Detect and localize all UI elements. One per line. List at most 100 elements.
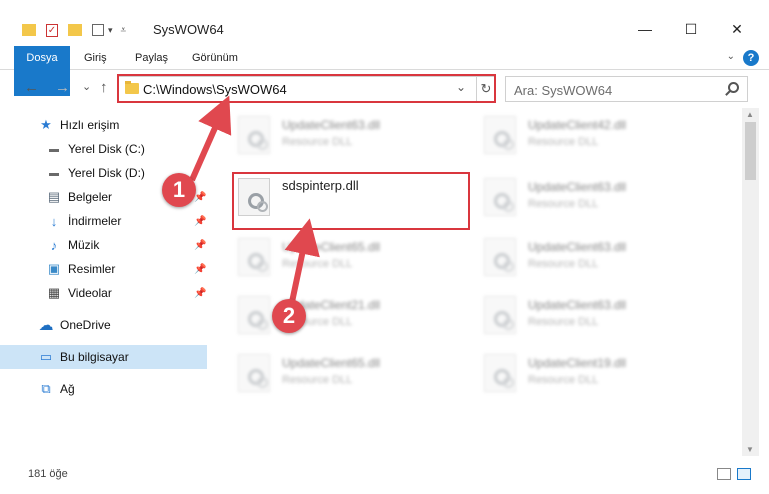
tab-view[interactable]: Görünüm [192, 46, 238, 70]
sidebar-item-this-pc[interactable]: ▭ Bu bilgisayar [0, 345, 207, 369]
scroll-up-icon[interactable]: ▲ [746, 110, 754, 119]
sidebar-item-local-disk-c[interactable]: ▬ Yerel Disk (C:) [0, 137, 210, 161]
sidebar-item-label: Resimler [68, 262, 116, 276]
sidebar-item-label: İndirmeler [68, 214, 122, 228]
sidebar-item-onedrive[interactable]: ☁ OneDrive [0, 313, 210, 337]
sidebar-item-label: Belgeler [68, 190, 113, 204]
sidebar-item-pictures[interactable]: ▣ Resimler 📌 [0, 257, 210, 281]
new-folder-icon[interactable] [68, 24, 82, 36]
sidebar-item-label: Hızlı erişim [60, 118, 120, 132]
file-description: Resource DLL [528, 198, 599, 210]
dll-file-icon [484, 116, 516, 154]
scroll-thumb[interactable] [745, 122, 756, 180]
ribbon-tabs: Dosya Giriş Paylaş Görünüm ⌄ ? [0, 46, 769, 96]
pictures-icon: ▣ [47, 261, 61, 276]
file-list: UpdateClient63.dll Resource DLL sdspinte… [212, 108, 742, 456]
maximize-button[interactable]: ☐ [668, 14, 714, 44]
back-button[interactable]: ← [24, 79, 39, 96]
minimize-button[interactable]: — [622, 14, 668, 44]
pin-icon[interactable]: 📌 [194, 264, 206, 275]
folder-icon[interactable] [22, 24, 36, 36]
forward-button[interactable]: → [55, 79, 70, 96]
music-icon: ♪ [50, 237, 58, 253]
recent-locations-button[interactable]: ⌄ [82, 80, 91, 93]
sidebar-item-label: Ağ [60, 382, 75, 396]
sidebar-item-music[interactable]: ♪ Müzik 📌 [0, 233, 210, 257]
title-bar: ✓ ▾ ⩡ SysWOW64 — ☐ ✕ [0, 0, 769, 46]
list-item[interactable]: UpdateClient65.dll Resource DLL [234, 232, 474, 282]
view-options-icon[interactable] [92, 24, 104, 36]
file-description: Resource DLL [282, 374, 353, 386]
navigation-pane: ★ Hızlı erişim ▬ Yerel Disk (C:) ▬ Yerel… [0, 108, 210, 456]
details-view-icon[interactable] [717, 468, 731, 480]
search-box[interactable]: Ara: SysWOW64 [505, 76, 748, 102]
help-icon[interactable]: ? [743, 50, 759, 66]
pin-icon[interactable]: 📌 [194, 240, 206, 251]
sidebar-item-videos[interactable]: ▦ Videolar 📌 [0, 281, 210, 305]
sidebar-item-downloads[interactable]: ↓ İndirmeler 📌 [0, 209, 210, 233]
dll-file-icon [238, 354, 270, 392]
large-icons-view-icon[interactable] [737, 468, 751, 480]
sidebar-item-quick-access[interactable]: ★ Hızlı erişim [0, 113, 210, 137]
file-description: Resource DLL [282, 258, 353, 270]
dll-file-icon [484, 238, 516, 276]
tab-home[interactable]: Giriş [84, 46, 107, 70]
pin-icon[interactable]: 📌 [194, 216, 206, 227]
tab-share[interactable]: Paylaş [135, 46, 168, 70]
dll-file-icon [238, 296, 270, 334]
customize-toolbar-icon[interactable]: ⩡ [121, 25, 127, 36]
star-icon: ★ [40, 117, 52, 132]
cloud-icon: ☁ [38, 317, 54, 334]
file-description: Resource DLL [528, 136, 599, 148]
file-description: Resource DLL [528, 258, 599, 270]
dll-file-icon [238, 116, 270, 154]
up-button[interactable]: ↑ [100, 79, 108, 96]
file-description: Resource DLL [528, 374, 599, 386]
dll-file-icon [238, 238, 270, 276]
vertical-scrollbar[interactable]: ▲ ▼ [742, 108, 759, 456]
search-icon[interactable] [728, 82, 739, 93]
chevron-down-icon[interactable]: ▾ [108, 25, 113, 36]
documents-icon: ▤ [47, 189, 61, 204]
sidebar-item-label: Yerel Disk (C:) [68, 142, 145, 156]
status-bar: 181 öğe [0, 456, 769, 494]
drive-icon: ▬ [49, 143, 59, 155]
expand-ribbon-icon[interactable]: ⌄ [727, 51, 735, 62]
item-count: 181 öğe [28, 468, 68, 480]
callout-1: 1 [162, 173, 196, 207]
sidebar-item-label: Videolar [68, 286, 112, 300]
sidebar-item-label: Bu bilgisayar [60, 350, 129, 364]
list-item[interactable]: UpdateClient63.dll Resource DLL [234, 110, 474, 160]
file-name: UpdateClient63.dll [282, 118, 381, 132]
scroll-down-icon[interactable]: ▼ [746, 445, 754, 454]
pin-icon[interactable]: 📌 [194, 288, 206, 299]
file-name: UpdateClient63.dll [528, 180, 627, 194]
file-name: UpdateClient65.dll [282, 240, 381, 254]
address-highlight-box [117, 74, 496, 103]
file-description: Resource DLL [528, 316, 599, 328]
video-icon: ▦ [47, 285, 61, 300]
properties-icon[interactable]: ✓ [46, 23, 58, 37]
search-input[interactable]: Ara: SysWOW64 [514, 83, 612, 98]
list-item[interactable]: UpdateClient63.dll Resource DLL [480, 290, 720, 340]
callout-2: 2 [272, 299, 306, 333]
dll-file-icon [484, 296, 516, 334]
pin-icon[interactable]: 📌 [194, 192, 206, 203]
list-item[interactable]: UpdateClient42.dll Resource DLL [480, 110, 720, 160]
list-item[interactable]: UpdateClient63.dll Resource DLL [480, 172, 720, 222]
close-button[interactable]: ✕ [714, 14, 760, 44]
list-item[interactable]: UpdateClient19.dll Resource DLL [480, 348, 720, 398]
list-item[interactable]: UpdateClient63.dll Resource DLL [480, 232, 720, 282]
file-name: UpdateClient19.dll [528, 356, 627, 370]
sidebar-item-network[interactable]: ⧉ Ağ [0, 377, 210, 401]
file-description: Resource DLL [282, 136, 353, 148]
network-icon: ⧉ [41, 381, 51, 396]
sidebar-item-label: Yerel Disk (D:) [68, 166, 145, 180]
file-name: UpdateClient63.dll [528, 298, 627, 312]
list-item[interactable]: UpdateClient21.dll Resource DLL [234, 290, 474, 340]
list-item[interactable]: UpdateClient65.dll Resource DLL [234, 348, 474, 398]
download-icon: ↓ [50, 213, 58, 229]
file-highlight-box [232, 172, 470, 230]
window-title: SysWOW64 [153, 22, 224, 37]
file-name: UpdateClient42.dll [528, 118, 627, 132]
